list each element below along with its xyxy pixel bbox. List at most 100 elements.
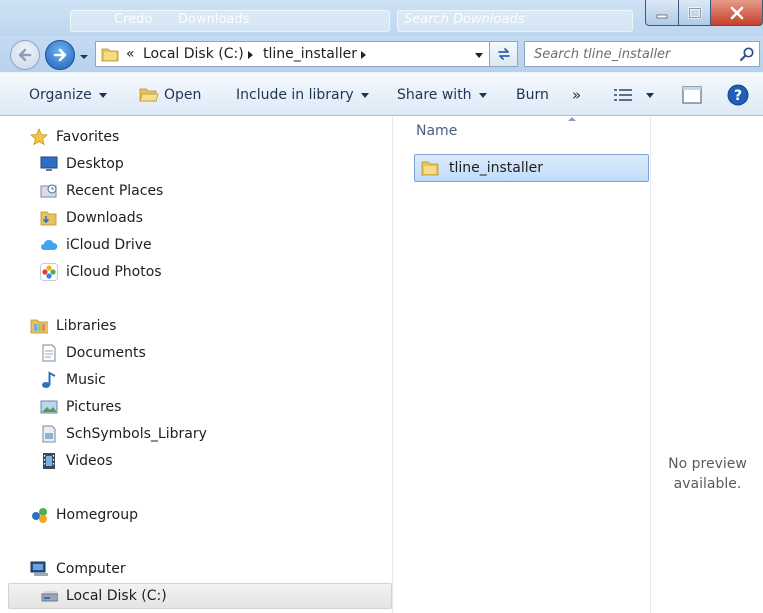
navigation-pane: Favorites Desktop Recent Places Download… — [0, 117, 393, 613]
arrow-right-icon — [53, 48, 67, 62]
organize-label: Organize — [29, 86, 92, 103]
computer-icon — [30, 560, 48, 578]
help-button[interactable]: ? — [727, 73, 749, 116]
nav-recent-places[interactable]: Recent Places — [40, 177, 163, 204]
preview-pane: No preview available. — [650, 117, 763, 613]
change-view-button[interactable] — [613, 73, 633, 116]
search-box[interactable]: Search tline_installer — [524, 41, 760, 67]
nav-documents[interactable]: Documents — [40, 339, 146, 366]
nav-videos[interactable]: Videos — [40, 447, 113, 474]
close-button[interactable] — [711, 0, 763, 26]
nav-downloads-label: Downloads — [66, 209, 143, 226]
view-options-dropdown[interactable] — [646, 73, 654, 116]
libraries-icon — [30, 317, 48, 335]
file-row[interactable]: tline_installer — [414, 154, 649, 182]
hard-drive-icon — [40, 587, 58, 605]
pictures-icon — [40, 398, 58, 416]
folder-icon — [101, 48, 119, 62]
breadcrumb-overflow[interactable]: « — [126, 46, 135, 62]
recent-places-icon — [40, 182, 58, 200]
recent-pages-dropdown[interactable] — [79, 50, 89, 60]
title-bar: Credo Downloads Search Downloads — [0, 0, 763, 36]
close-icon — [730, 6, 743, 19]
nav-icloud-drive-label: iCloud Drive — [66, 236, 152, 253]
minimize-button[interactable] — [645, 0, 679, 26]
star-icon — [30, 127, 48, 146]
column-header-name[interactable]: Name — [416, 123, 457, 139]
back-button[interactable] — [10, 40, 40, 70]
window-controls — [645, 0, 763, 26]
nav-homegroup-label: Homegroup — [56, 506, 139, 523]
chevron-down-icon — [80, 55, 88, 59]
nav-homegroup[interactable]: Homegroup — [30, 501, 138, 528]
svg-text:?: ? — [734, 88, 742, 104]
nav-schsymbols-library[interactable]: SchSymbols_Library — [40, 420, 207, 447]
breadcrumb-tline-installer[interactable]: tline_installer — [263, 46, 357, 62]
organize-button[interactable]: Organize — [29, 73, 107, 116]
maximize-button[interactable] — [679, 0, 711, 26]
address-bar[interactable]: « Local Disk (C:) tline_installer — [95, 41, 490, 67]
command-bar: Organize Open Include in library Share w… — [0, 72, 763, 116]
folder-open-icon — [139, 88, 159, 101]
no-preview-line-2: available. — [673, 476, 742, 492]
nav-local-disk-c[interactable]: Local Disk (C:) — [40, 582, 167, 609]
chevron-down-icon — [478, 93, 487, 98]
film-strip-icon — [40, 452, 58, 470]
maximize-icon — [687, 6, 702, 19]
address-history-dropdown[interactable] — [475, 53, 483, 58]
photos-flower-icon — [40, 262, 58, 281]
preview-pane-button[interactable] — [682, 73, 702, 116]
nav-favorites[interactable]: Favorites — [30, 123, 119, 150]
breadcrumb-local-disk[interactable]: Local Disk (C:) — [143, 46, 244, 62]
nav-icloud-photos[interactable]: iCloud Photos — [40, 258, 162, 285]
background-breadcrumb: Credo — [114, 12, 153, 27]
breadcrumb-separator-arrow[interactable] — [248, 51, 253, 59]
chevron-down-icon — [98, 93, 107, 98]
arrow-left-icon — [18, 48, 32, 62]
nav-icloud-drive[interactable]: iCloud Drive — [40, 231, 152, 258]
open-button[interactable]: Open — [139, 73, 201, 116]
nav-downloads[interactable]: Downloads — [40, 204, 143, 231]
nav-libraries[interactable]: Libraries — [30, 312, 116, 339]
view-details-icon — [614, 88, 632, 101]
nav-desktop[interactable]: Desktop — [40, 150, 124, 177]
burn-button[interactable]: Burn — [516, 73, 549, 116]
chevron-down-icon — [646, 93, 654, 98]
share-with-button[interactable]: Share with — [397, 73, 487, 116]
nav-recent-places-label: Recent Places — [66, 182, 164, 199]
folder-icon — [421, 161, 439, 176]
nav-libraries-label: Libraries — [56, 317, 117, 334]
desktop-icon — [40, 155, 58, 173]
nav-pictures[interactable]: Pictures — [40, 393, 121, 420]
background-folder: Downloads — [178, 12, 250, 27]
nav-pictures-label: Pictures — [66, 398, 122, 415]
no-preview-line-1: No preview — [668, 456, 747, 472]
search-input[interactable]: Search tline_installer — [534, 47, 670, 62]
library-documents-icon — [40, 425, 58, 443]
open-label: Open — [164, 86, 202, 103]
share-with-label: Share with — [397, 86, 472, 103]
file-list: Name tline_installer — [394, 117, 650, 613]
help-icon: ? — [727, 84, 749, 105]
downloads-folder-icon — [40, 209, 58, 227]
homegroup-icon — [30, 506, 48, 524]
nav-favorites-label: Favorites — [56, 128, 120, 145]
nav-documents-label: Documents — [66, 344, 146, 361]
burn-label: Burn — [516, 86, 549, 103]
refresh-icon — [497, 48, 510, 60]
breadcrumb-separator-arrow[interactable] — [361, 51, 366, 59]
forward-button[interactable] — [45, 40, 75, 70]
documents-icon — [40, 344, 58, 362]
refresh-button[interactable] — [490, 41, 518, 67]
more-commands-button[interactable]: » — [572, 73, 581, 116]
minimize-icon — [656, 14, 668, 18]
more-commands-label: » — [572, 85, 582, 104]
nav-desktop-label: Desktop — [66, 155, 124, 172]
nav-computer[interactable]: Computer — [30, 555, 126, 582]
include-in-library-button[interactable]: Include in library — [236, 73, 369, 116]
search-icon[interactable] — [739, 46, 755, 62]
nav-music[interactable]: Music — [40, 366, 106, 393]
music-note-icon — [40, 370, 58, 389]
include-in-library-label: Include in library — [236, 86, 354, 103]
sort-ascending-arrow[interactable] — [568, 117, 576, 121]
